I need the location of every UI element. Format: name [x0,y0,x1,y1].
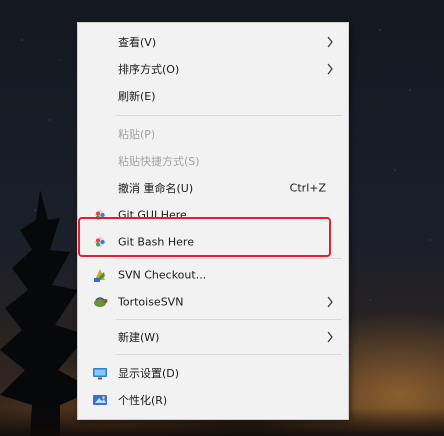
menu-item-svn-checkout[interactable]: SVN Checkout... [78,262,348,288]
svn-checkout-icon [94,269,105,282]
menu-separator [116,115,342,116]
menu-item-display-settings-label: 显示设置(D) [118,367,180,380]
menu-item-tortoisesvn-label: TortoiseSVN [118,295,184,309]
menu-item-display-settings[interactable]: 显示设置(D) [78,360,348,386]
menu-item-paste-label: 粘贴(P) [118,128,156,141]
menu-item-svn-checkout-label: SVN Checkout... [118,268,207,282]
menu-item-refresh-label: 刷新(E) [118,90,156,103]
menu-item-undo-rename-label: 撤消 重命名(U) [118,182,194,195]
menu-item-paste-shortcut-label: 粘贴快捷方式(S) [118,155,200,168]
menu-item-undo-shortcut: Ctrl+Z [289,181,326,195]
menu-separator [116,354,342,355]
menu-item-tortoisesvn[interactable]: TortoiseSVN [78,289,348,315]
menu-item-personalize-label: 个性化(R) [118,394,168,407]
menu-item-new[interactable]: 新建(W) [78,324,348,350]
highlight-annotation-box [78,217,331,257]
display-settings-icon [93,368,107,380]
menu-item-undo-rename[interactable]: 撤消 重命名(U) Ctrl+Z [78,175,348,201]
menu-item-refresh[interactable]: 刷新(E) [78,83,348,109]
chevron-right-icon [327,36,333,48]
menu-item-new-label: 新建(W) [118,331,160,344]
chevron-right-icon [327,63,333,75]
menu-item-personalize[interactable]: 个性化(R) [78,387,348,413]
menu-item-view-label: 查看(V) [118,36,157,49]
menu-separator [116,319,342,320]
menu-item-sort-by-label: 排序方式(O) [118,63,180,76]
personalize-icon [93,395,107,405]
menu-item-sort-by[interactable]: 排序方式(O) [78,56,348,82]
menu-item-paste: 粘贴(P) [78,121,348,147]
menu-separator [116,258,342,259]
menu-item-paste-shortcut: 粘贴快捷方式(S) [78,148,348,174]
chevron-right-icon [327,296,333,308]
tortoisesvn-icon [94,297,108,307]
menu-item-view[interactable]: 查看(V) [78,29,348,55]
chevron-right-icon [327,331,333,343]
